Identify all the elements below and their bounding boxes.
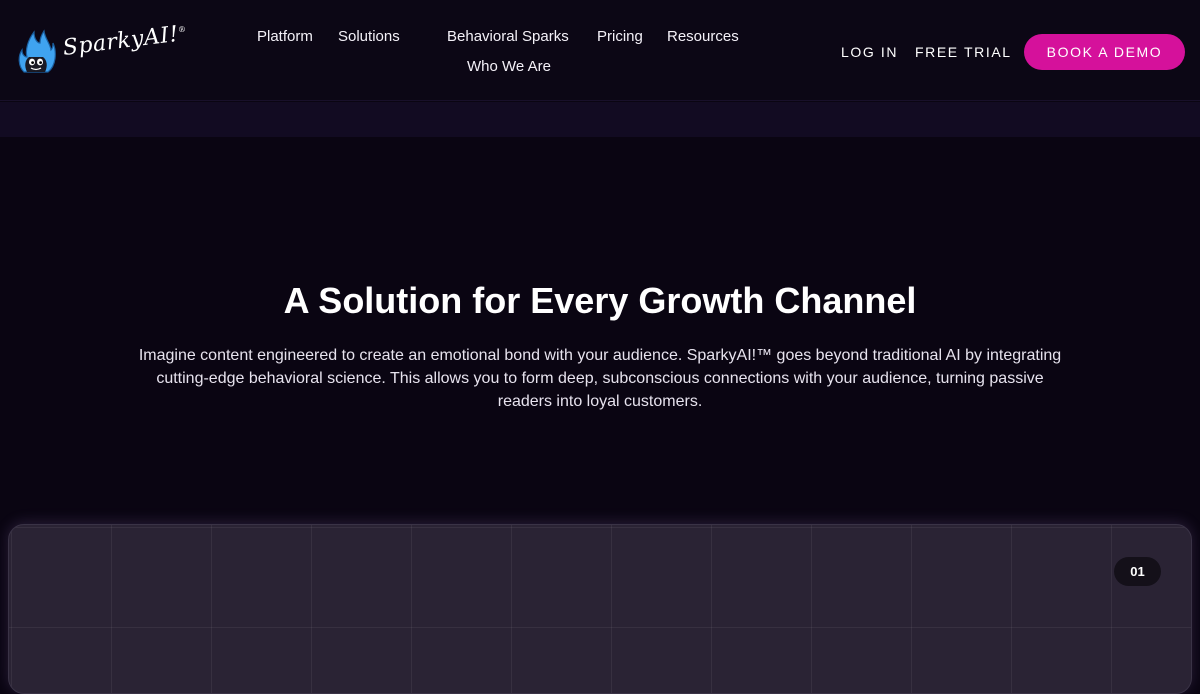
nav-link-pricing[interactable]: Pricing [597, 28, 643, 45]
book-demo-label: BOOK A DEMO [1046, 44, 1163, 60]
login-link[interactable]: LOG IN [841, 44, 898, 60]
hero-title: A Solution for Every Growth Channel [283, 280, 917, 321]
decorative-stripe [0, 102, 1200, 137]
solution-card: 01 [8, 524, 1192, 694]
nav-link-resources[interactable]: Resources [667, 28, 739, 45]
nav-link-platform[interactable]: Platform [257, 28, 313, 45]
step-number-badge: 01 [1114, 557, 1161, 586]
nav-link-solutions[interactable]: Solutions [338, 28, 400, 45]
brand-logo[interactable]: SparkyAI!® [16, 22, 187, 74]
top-navbar: SparkyAI!® Platform Solutions Behavioral… [0, 0, 1200, 101]
brand-trademark: ® [177, 24, 188, 35]
nav-link-behavioral-sparks[interactable]: Behavioral Sparks [447, 28, 569, 45]
nav-link-who-we-are[interactable]: Who We Are [467, 58, 551, 75]
hero-description: Imagine content engineered to create an … [138, 347, 1062, 410]
brand-name-text: SparkyAI! [61, 21, 181, 61]
flame-face-icon [18, 29, 56, 73]
brand-name: SparkyAI!® [61, 21, 188, 61]
free-trial-link[interactable]: FREE TRIAL [915, 44, 1012, 60]
book-demo-button[interactable]: BOOK A DEMO [1024, 34, 1185, 70]
